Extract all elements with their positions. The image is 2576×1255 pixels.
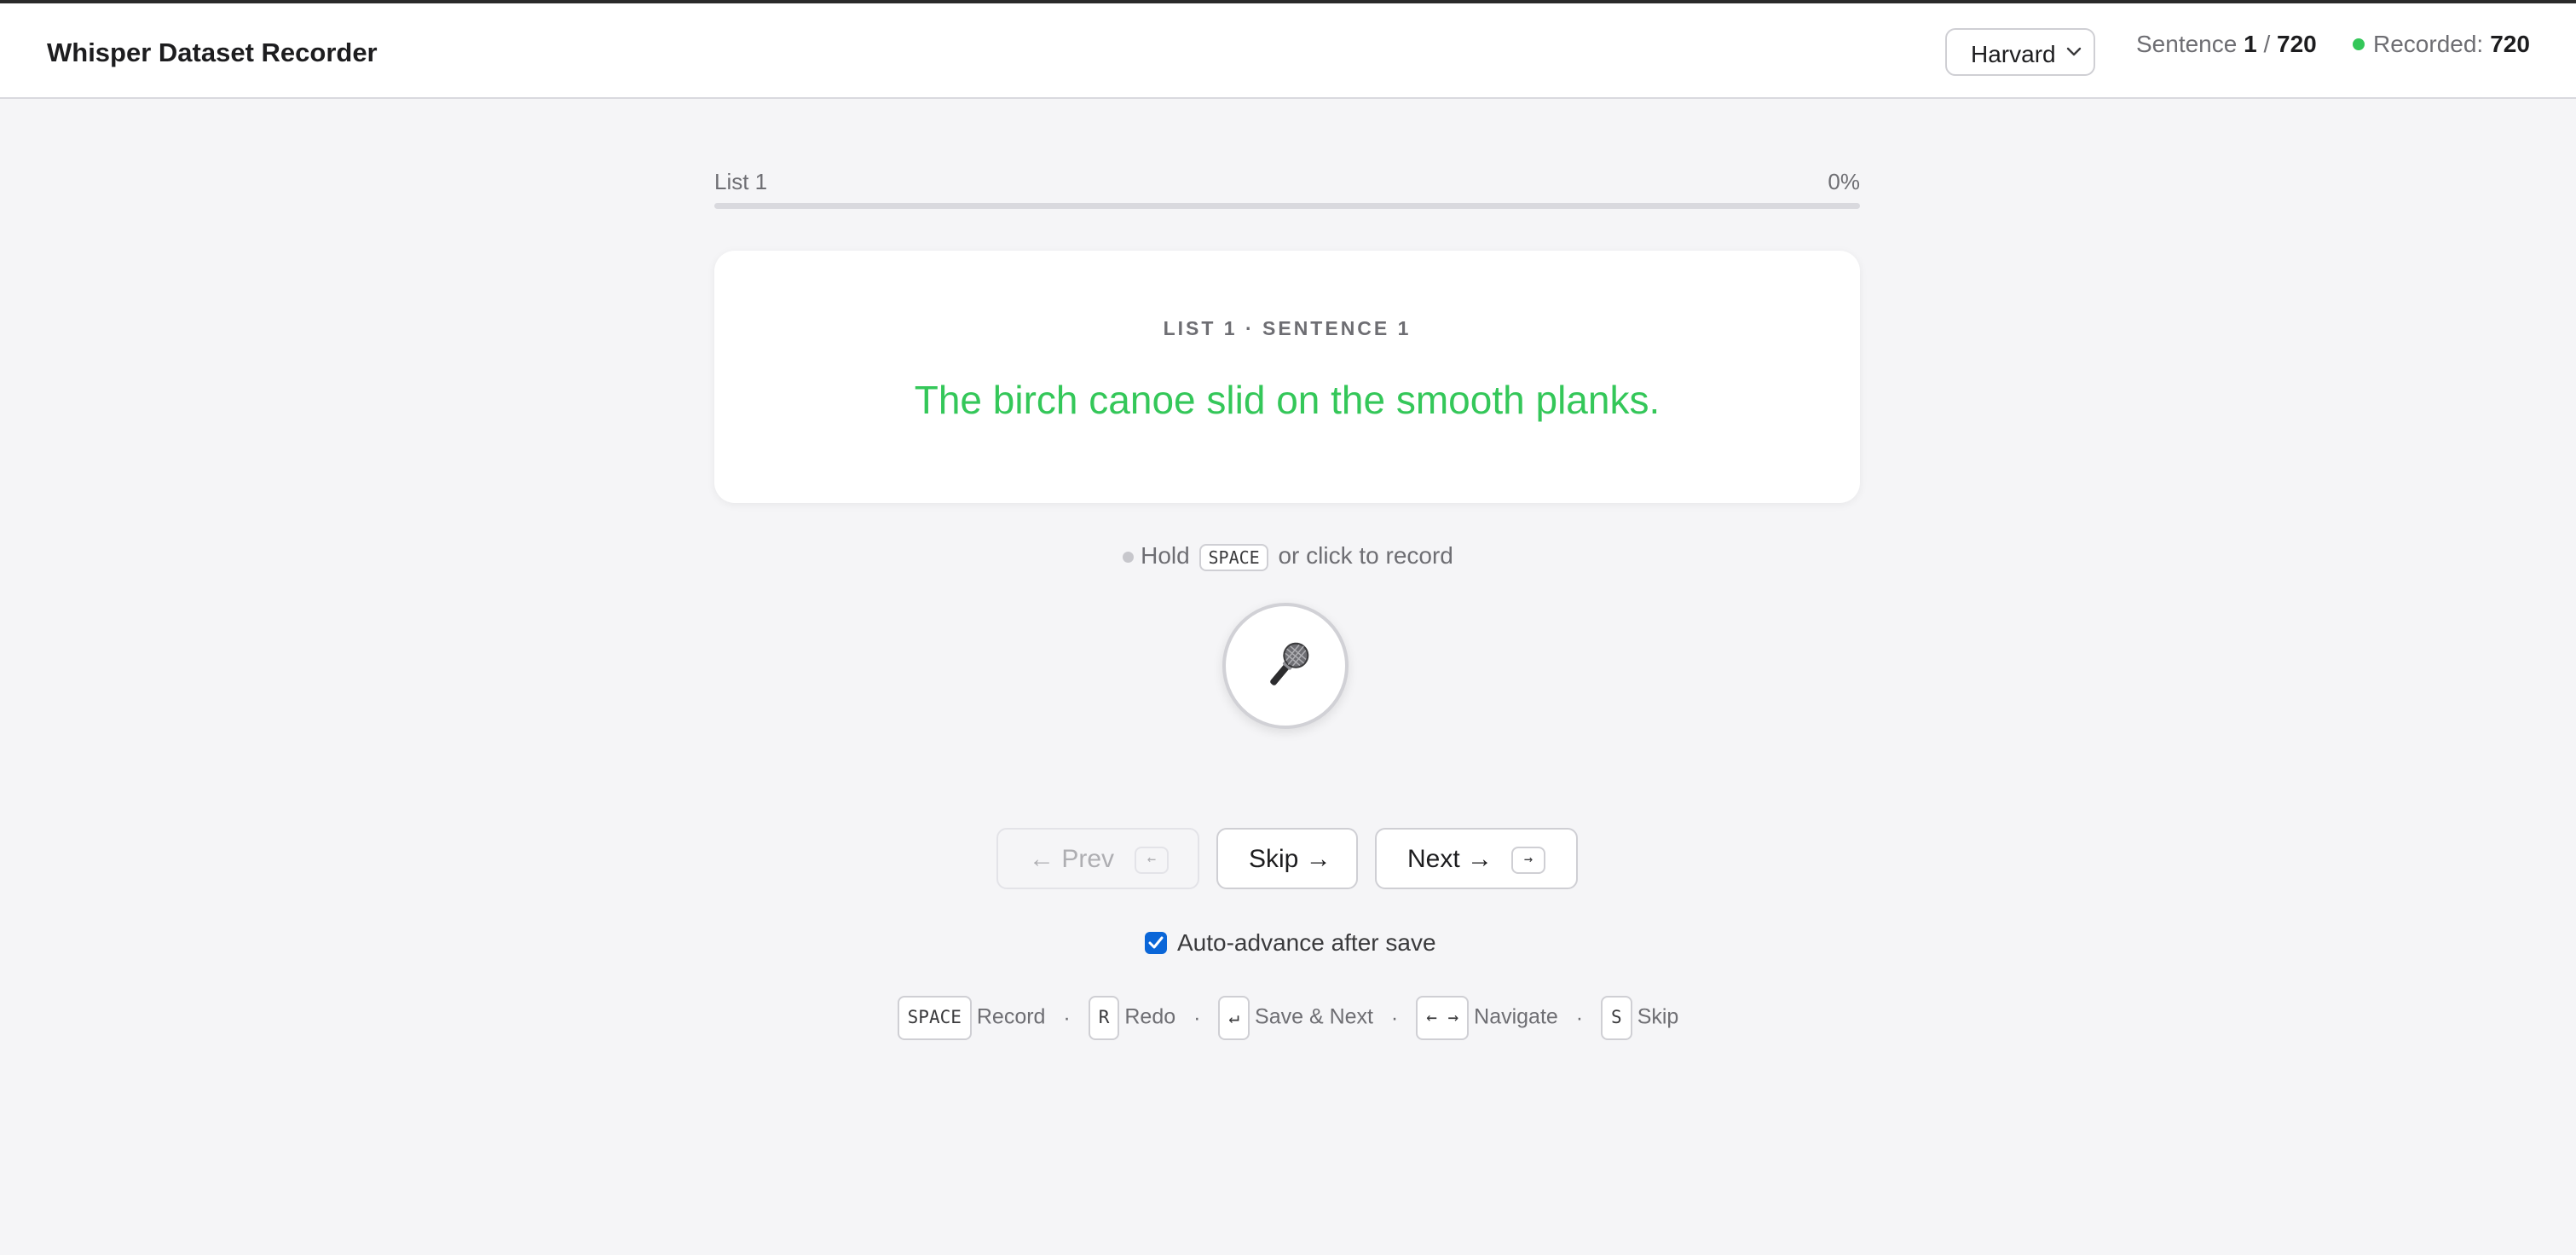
- shortcut-separator: ·: [1193, 1005, 1201, 1030]
- record-hint-before: Hold: [1141, 542, 1190, 569]
- shortcut-skip: S Skip: [1601, 996, 1678, 1040]
- recorded-counter-label: Recorded:: [2373, 31, 2484, 57]
- record-hint-after: or click to record: [1278, 542, 1453, 569]
- progress-list-label: List 1: [714, 169, 768, 194]
- sentence-card: LIST 1 · SENTENCE 1 The birch canoe slid…: [714, 251, 1860, 503]
- app-title: Whisper Dataset Recorder: [47, 38, 378, 67]
- auto-advance-checkbox[interactable]: [1145, 932, 1167, 954]
- skip-button[interactable]: Skip →: [1216, 828, 1358, 889]
- sentence-counter: Sentence 1 / 720: [2136, 31, 2317, 58]
- shortcut-label: Save & Next: [1255, 1004, 1373, 1029]
- shortcut-key: ↵: [1218, 996, 1250, 1040]
- recorded-counter: Recorded: 720: [2353, 31, 2530, 58]
- sentence-counter-prefix: Sentence: [2136, 31, 2238, 57]
- sentence-counter-current: 1: [2244, 31, 2257, 57]
- shortcut-label: Skip: [1637, 1004, 1679, 1029]
- shortcut-separator: ·: [1063, 1005, 1071, 1030]
- auto-advance-toggle[interactable]: Auto-advance after save: [1145, 929, 1436, 957]
- prev-button[interactable]: ← Prev ←: [996, 828, 1199, 889]
- recording-status-dot: [1123, 552, 1135, 564]
- recorded-status-dot: [2353, 38, 2365, 50]
- shortcut-separator: ·: [1390, 1005, 1399, 1030]
- dataset-select[interactable]: Harvard: [1945, 28, 2095, 76]
- checkmark-icon: [1148, 936, 1164, 949]
- microphone-icon: [1270, 642, 1309, 685]
- sentence-counter-total: 720: [2277, 31, 2317, 57]
- shortcut-key: SPACE: [897, 996, 972, 1040]
- chevron-down-icon: [2066, 47, 2082, 56]
- sentence-text: The birch canoe slid on the smooth plank…: [914, 378, 1661, 422]
- prev-button-label: ← Prev: [1029, 845, 1115, 873]
- progress-bar: [714, 203, 1860, 209]
- sentence-counter-separator: /: [2263, 31, 2271, 57]
- shortcut-label: Record: [976, 1004, 1046, 1029]
- shortcut-label: Navigate: [1474, 1004, 1558, 1029]
- next-button[interactable]: Next → →: [1375, 828, 1578, 889]
- record-button[interactable]: [1222, 603, 1349, 729]
- next-button-label: Next →: [1407, 845, 1493, 873]
- shortcut-label: Redo: [1124, 1004, 1176, 1029]
- shortcut-record: SPACE Record: [897, 996, 1046, 1040]
- shortcut-key: S: [1601, 996, 1632, 1040]
- shortcut-redo: R Redo: [1088, 996, 1176, 1040]
- top-bar: Whisper Dataset Recorder Harvard Sentenc…: [0, 0, 2576, 99]
- shortcut-navigate: ← → Navigate: [1416, 996, 1558, 1040]
- skip-button-label: Skip →: [1249, 845, 1331, 873]
- keyboard-shortcuts: SPACE Record · R Redo · ↵ Save & Next · ← →…: [0, 996, 2576, 1040]
- shortcut-save-next: ↵ Save & Next: [1218, 996, 1373, 1040]
- shortcut-separator: ·: [1575, 1005, 1584, 1030]
- shortcut-key: R: [1088, 996, 1120, 1040]
- recorded-counter-value: 720: [2490, 31, 2530, 57]
- auto-advance-label: Auto-advance after save: [1177, 929, 1436, 956]
- progress-percent: 0%: [1828, 169, 1860, 194]
- dataset-select-value: Harvard: [1971, 41, 2056, 67]
- prev-key-hint: ←: [1135, 847, 1169, 874]
- sentence-position-label: LIST 1 · SENTENCE 1: [1163, 317, 1412, 339]
- space-key-hint: SPACE: [1199, 543, 1268, 571]
- shortcut-key: ← →: [1416, 996, 1470, 1040]
- record-hint: Hold SPACE or click to record: [0, 542, 2576, 571]
- next-key-hint: →: [1511, 847, 1545, 874]
